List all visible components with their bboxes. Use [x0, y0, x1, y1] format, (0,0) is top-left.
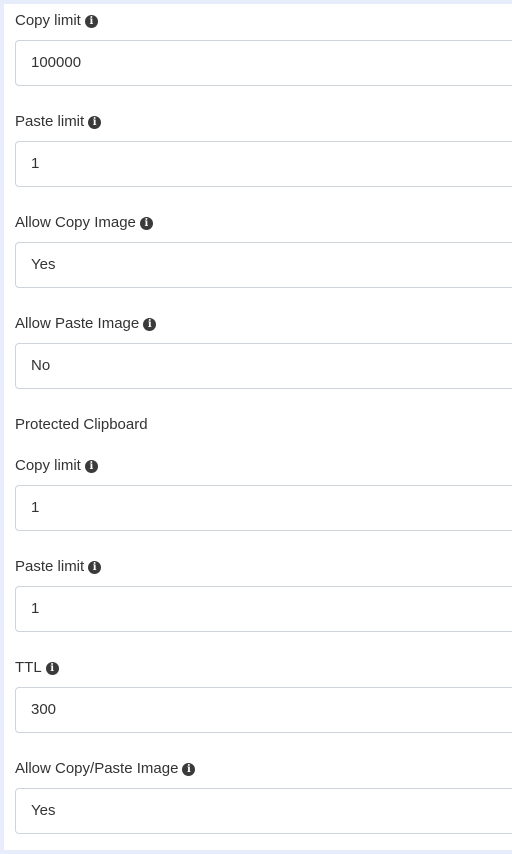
- info-icon[interactable]: i: [143, 317, 157, 331]
- info-icon[interactable]: i: [45, 661, 59, 675]
- protected-copy-limit-value: 1: [31, 499, 40, 516]
- clipboard-settings-panel: Copy limit i 100000 Paste limit i 1 Allo…: [4, 4, 512, 850]
- allow-copy-image-label: Allow Copy Image i: [15, 213, 153, 233]
- copy-limit-label-text: Copy limit: [15, 12, 81, 29]
- copy-limit-label: Copy limit i: [15, 11, 98, 31]
- info-icon[interactable]: i: [84, 459, 98, 473]
- allow-paste-image-value: No: [31, 357, 51, 374]
- protected-paste-limit-label-text: Paste limit: [15, 558, 85, 575]
- protected-paste-limit-input[interactable]: 1: [15, 586, 512, 632]
- ttl-input[interactable]: 300: [15, 687, 512, 733]
- allow-copy-paste-image-value: Yes: [31, 802, 56, 819]
- info-icon[interactable]: i: [182, 762, 196, 776]
- allow-paste-image-select[interactable]: No: [15, 343, 512, 389]
- protected-clipboard-heading: Protected Clipboard: [15, 416, 148, 433]
- copy-limit-value: 100000: [31, 54, 82, 71]
- paste-limit-label: Paste limit i: [15, 112, 102, 132]
- info-icon[interactable]: i: [84, 14, 98, 28]
- allow-copy-image-label-text: Allow Copy Image: [15, 214, 136, 231]
- allow-paste-image-label: Allow Paste Image i: [15, 314, 157, 334]
- ttl-label-text: TTL: [15, 659, 42, 676]
- allow-copy-paste-image-select[interactable]: Yes: [15, 788, 512, 834]
- allow-copy-paste-image-label-text: Allow Copy/Paste Image: [15, 760, 179, 777]
- protected-copy-limit-label-text: Copy limit: [15, 457, 81, 474]
- info-icon[interactable]: i: [88, 115, 102, 129]
- allow-copy-paste-image-label: Allow Copy/Paste Image i: [15, 759, 196, 779]
- copy-limit-input[interactable]: 100000: [15, 40, 512, 86]
- allow-copy-image-select[interactable]: Yes: [15, 242, 512, 288]
- protected-paste-limit-label: Paste limit i: [15, 557, 102, 577]
- paste-limit-value: 1: [31, 155, 40, 172]
- info-icon[interactable]: i: [139, 216, 153, 230]
- protected-copy-limit-label: Copy limit i: [15, 456, 98, 476]
- allow-copy-image-value: Yes: [31, 256, 56, 273]
- ttl-label: TTL i: [15, 658, 59, 678]
- protected-copy-limit-input[interactable]: 1: [15, 485, 512, 531]
- protected-paste-limit-value: 1: [31, 600, 40, 617]
- info-icon[interactable]: i: [88, 560, 102, 574]
- allow-paste-image-label-text: Allow Paste Image: [15, 315, 140, 332]
- ttl-value: 300: [31, 701, 57, 718]
- paste-limit-label-text: Paste limit: [15, 113, 85, 130]
- paste-limit-input[interactable]: 1: [15, 141, 512, 187]
